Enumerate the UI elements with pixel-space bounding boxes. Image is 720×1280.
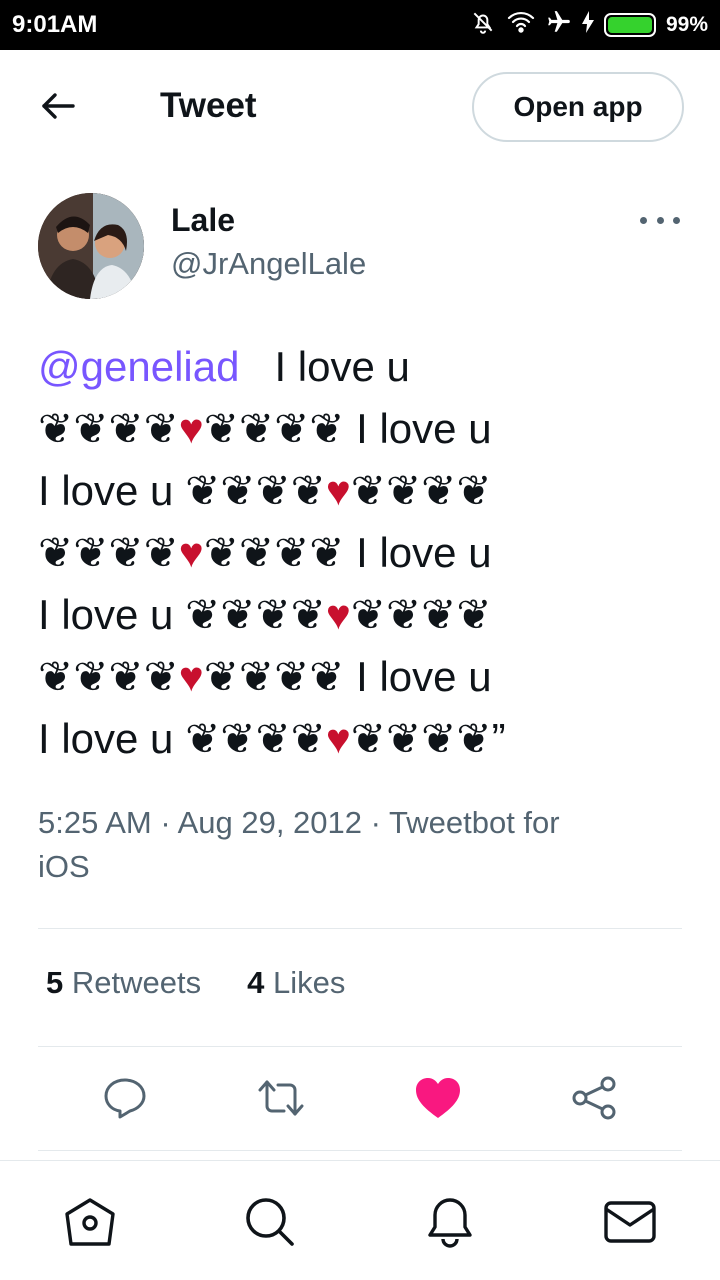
heart-emoji: ♥ (178, 405, 204, 452)
heart-emoji: ♥ (325, 591, 351, 638)
status-icons: 99% (470, 9, 708, 40)
charging-icon (581, 11, 594, 38)
tweet-line-text: I love u ❦❦❦❦ (38, 715, 326, 762)
tweet-line: ❦❦❦❦♥❦❦❦❦ I love u (38, 646, 688, 708)
battery-percent: 99% (665, 12, 708, 36)
retweets-stat[interactable]: 5 Retweets (46, 965, 201, 1001)
tweet-line-text: ❦❦❦❦ (350, 591, 492, 638)
nav-search[interactable] (242, 1194, 298, 1250)
divider (38, 1046, 682, 1047)
battery-icon (603, 12, 656, 37)
display-name[interactable]: Lale (171, 202, 235, 239)
tweet-line-text: ❦❦❦❦ (38, 529, 179, 576)
heart-emoji: ♥ (325, 715, 351, 762)
reply-button[interactable] (100, 1072, 150, 1124)
back-button[interactable] (38, 90, 78, 122)
retweet-icon (258, 1080, 304, 1116)
page-title: Tweet (160, 86, 257, 125)
more-options-button[interactable] (640, 210, 680, 230)
messages-icon (604, 1201, 656, 1243)
tweet-line-text: I love u ❦❦❦❦ (38, 467, 326, 514)
divider (38, 1150, 682, 1151)
reply-icon (104, 1078, 146, 1119)
tweet-stats: 5 Retweets 4 Likes (46, 965, 345, 1001)
mute-icon (470, 9, 496, 40)
tweet-line-text: ❦❦❦❦” (350, 715, 506, 762)
timestamp-line[interactable]: iOS (38, 845, 658, 889)
heart-emoji: ♥ (178, 529, 204, 576)
status-bar: 9:01AM 99% (0, 0, 720, 50)
retweet-button[interactable] (256, 1072, 306, 1124)
likes-stat[interactable]: 4 Likes (247, 965, 345, 1001)
tweet-timestamp: 5:25 AM · Aug 29, 2012 · Tweetbot for iO… (38, 801, 658, 889)
tweet-line-text: ❦❦❦❦ I love u (203, 529, 492, 576)
tweet-line: ❦❦❦❦♥❦❦❦❦ I love u (38, 398, 688, 460)
more-dot (673, 216, 680, 224)
heart-emoji: ♥ (325, 467, 351, 514)
nav-home[interactable] (62, 1194, 118, 1250)
top-app-bar: Tweet Open app (0, 50, 720, 162)
share-button[interactable] (570, 1072, 620, 1124)
share-icon (572, 1076, 616, 1120)
tweet-line: I love u ❦❦❦❦♥❦❦❦❦” (38, 708, 688, 770)
tweet-line-text: ❦❦❦❦ (38, 405, 179, 452)
retweets-label: Retweets (71, 965, 202, 1000)
heart-emoji: ♥ (178, 653, 204, 700)
likes-count: 4 (247, 965, 265, 1000)
wifi-icon (506, 10, 536, 39)
mention-link[interactable]: @geneliad (38, 343, 239, 390)
avatar[interactable] (38, 193, 144, 299)
tweet-line: @geneliad I love u (38, 336, 688, 398)
tweet-line: I love u ❦❦❦❦♥❦❦❦❦ (38, 584, 688, 646)
tweet-author: Lale @JrAngelLale (0, 190, 720, 310)
like-icon (416, 1078, 460, 1118)
status-time: 9:01AM (12, 11, 98, 38)
user-handle[interactable]: @JrAngelLale (171, 246, 366, 282)
airplane-icon (546, 9, 572, 40)
divider (38, 928, 682, 929)
search-icon (246, 1198, 294, 1246)
retweets-count: 5 (46, 965, 64, 1000)
home-icon (65, 1198, 115, 1246)
tweet-line-text: ❦❦❦❦ (38, 653, 179, 700)
timestamp-line[interactable]: 5:25 AM · Aug 29, 2012 · Tweetbot for (38, 801, 658, 845)
more-dot (656, 216, 664, 224)
more-dot (640, 216, 647, 224)
tweet-line-text: I love u ❦❦❦❦ (38, 591, 326, 638)
tweet-text: @geneliad I love u ❦❦❦❦♥❦❦❦❦ I love u I … (38, 336, 688, 770)
tweet-line-text: I love u (274, 343, 410, 390)
notifications-icon (428, 1198, 472, 1248)
open-app-button[interactable]: Open app (472, 72, 684, 142)
likes-label: Likes (272, 965, 346, 1000)
tweet-line-text: ❦❦❦❦ I love u (203, 653, 492, 700)
nav-messages[interactable] (602, 1194, 658, 1250)
like-button[interactable] (413, 1072, 463, 1124)
bottom-navigation (0, 1160, 720, 1280)
tweet-line-text: ❦❦❦❦ (350, 467, 492, 514)
nav-notifications[interactable] (422, 1194, 478, 1250)
tweet-actions (0, 1072, 720, 1128)
battery-fill (607, 16, 652, 33)
tweet-line: I love u ❦❦❦❦♥❦❦❦❦ (38, 460, 688, 522)
tweet-line-text: ❦❦❦❦ I love u (203, 405, 492, 452)
arrow-left-icon (42, 93, 75, 119)
divider (0, 1160, 720, 1161)
tweet-line: ❦❦❦❦♥❦❦❦❦ I love u (38, 522, 688, 584)
